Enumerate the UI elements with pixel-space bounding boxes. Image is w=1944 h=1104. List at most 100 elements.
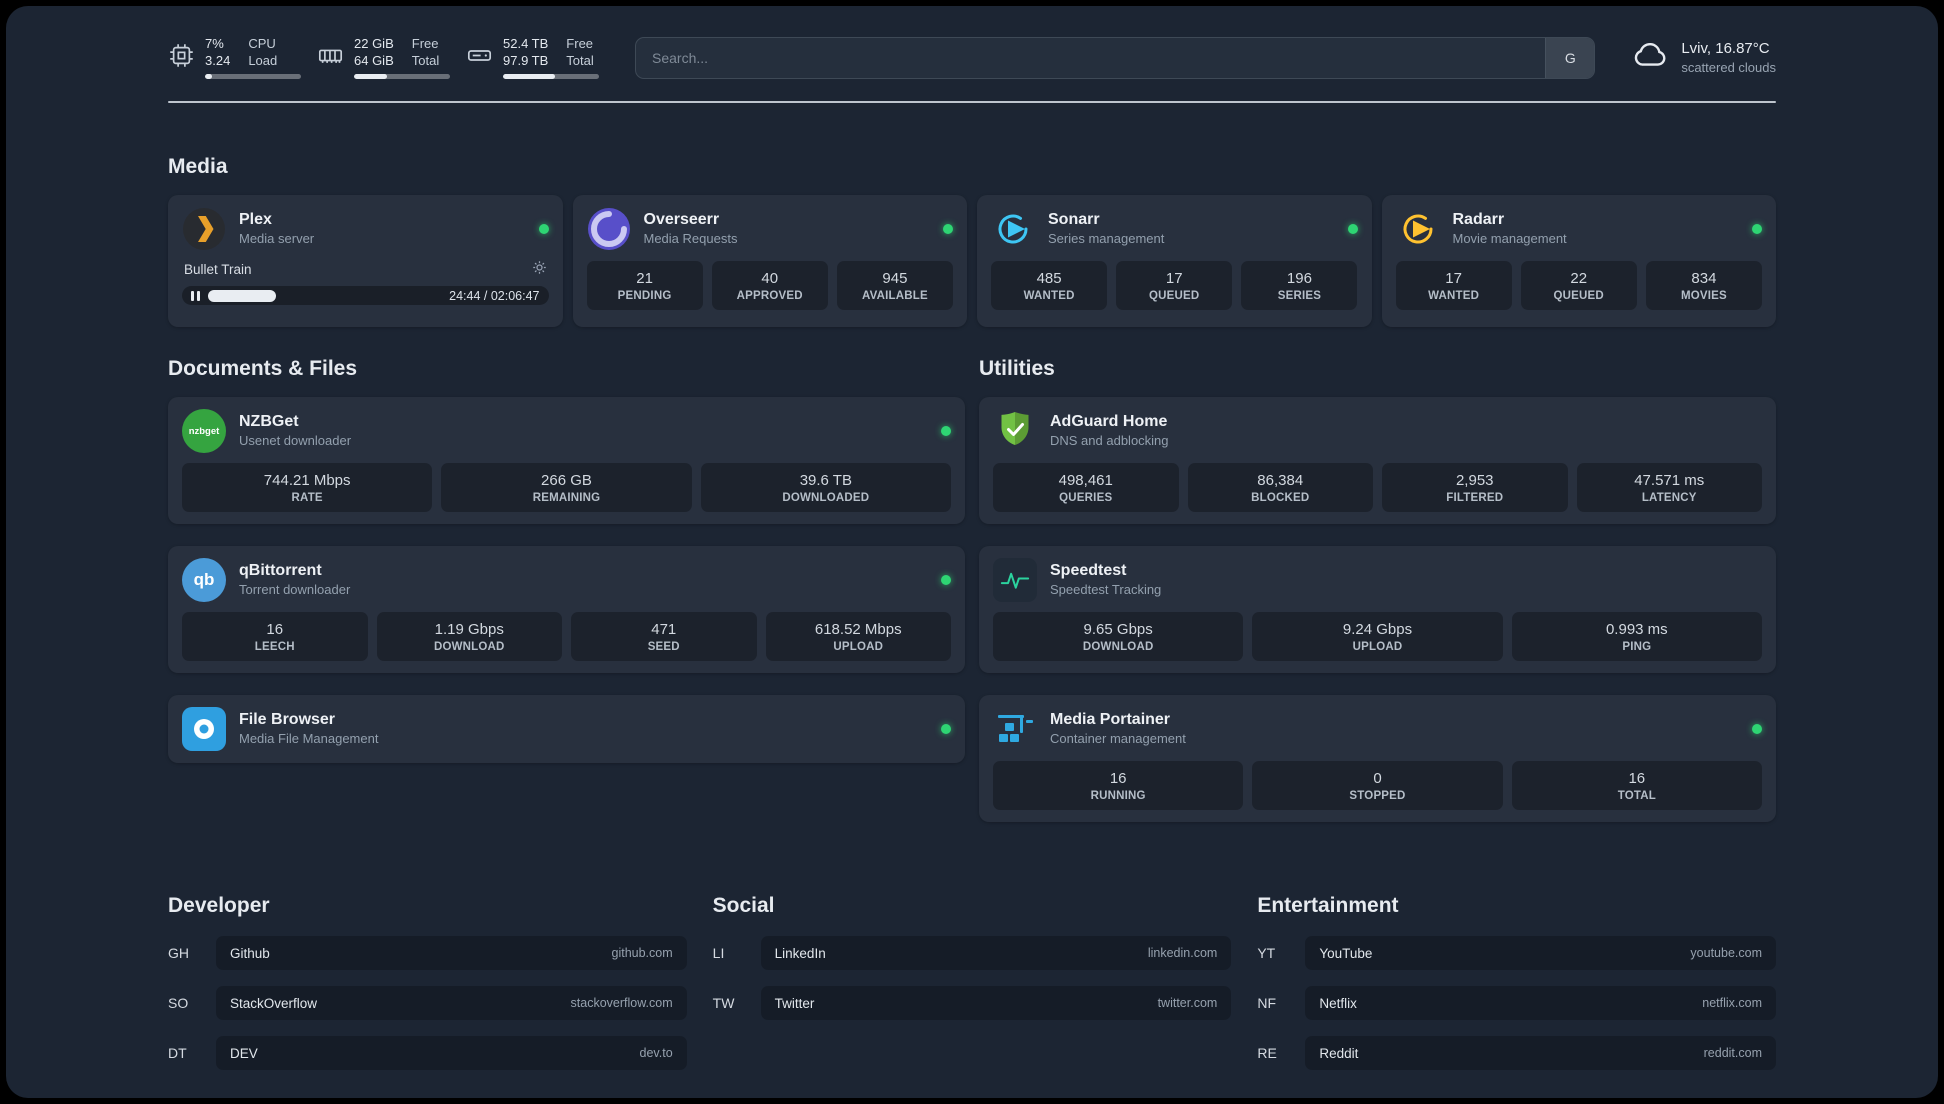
- qbittorrent-icon: qb: [182, 558, 226, 602]
- plex-title: Plex: [239, 211, 272, 229]
- portainer-card[interactable]: Media Portainer Container management 16 …: [979, 695, 1776, 822]
- sonarr-status-dot: [1347, 224, 1358, 234]
- cpu-progress-bar: [205, 73, 301, 79]
- sonarr-subtitle: Series management: [1048, 230, 1165, 246]
- portainer-status-dot: [1752, 724, 1762, 734]
- bookmark-url: github.com: [611, 946, 673, 960]
- bookmark-stackoverflow[interactable]: SO StackOverflow stackoverflow.com: [168, 986, 687, 1020]
- speedtest-card[interactable]: Speedtest Speedtest Tracking 9.65 Gbps D…: [979, 546, 1776, 673]
- stat-tile: 2,953 FILTERED: [1382, 463, 1568, 512]
- bookmark-name: LinkedIn: [774, 945, 826, 961]
- adguard-subtitle: DNS and adblocking: [1050, 432, 1169, 448]
- bookmark-github[interactable]: GH Github github.com: [168, 936, 687, 970]
- overseerr-icon: [587, 207, 631, 251]
- bookmark-group-social: Social LI LinkedIn linkedin.com TW Twitt…: [713, 894, 1232, 1086]
- services-columns: Documents & Files nzbget NZBGet Usenet d…: [168, 357, 1776, 822]
- radarr-subtitle: Movie management: [1452, 230, 1567, 246]
- plex-card[interactable]: Plex Media server Bullet Train 24:44 / 0…: [168, 195, 563, 327]
- bookmark-dev[interactable]: DT DEV dev.to: [168, 1036, 687, 1070]
- player-time: 24:44 / 02:06:47: [449, 288, 540, 303]
- player-progress-fill: [208, 289, 276, 302]
- search-input[interactable]: [636, 49, 1546, 66]
- search-bar: G: [635, 36, 1596, 79]
- stat-tile: 16 TOTAL: [1511, 761, 1762, 810]
- cpu-resource-widget: 7% 3.24 CPU Load: [168, 36, 301, 79]
- memory-total-label: Total: [411, 53, 440, 68]
- qbittorrent-status-dot: [941, 575, 951, 585]
- qbittorrent-card[interactable]: qb qBittorrent Torrent downloader 16 LEE…: [168, 546, 965, 673]
- filebrowser-subtitle: Media File Management: [239, 730, 379, 746]
- stat-tile: 834 MOVIES: [1645, 261, 1762, 310]
- cpu-usage-label: CPU: [248, 36, 276, 52]
- overseerr-status-dot: [943, 224, 953, 234]
- cloud-icon: [1631, 36, 1669, 79]
- qbittorrent-subtitle: Torrent downloader: [239, 581, 351, 597]
- weather-condition: scattered clouds: [1681, 59, 1776, 75]
- stat-tile: 22 QUEUED: [1520, 261, 1637, 310]
- stat-tile: 9.24 Gbps UPLOAD: [1252, 612, 1503, 661]
- sonarr-card[interactable]: Sonarr Series management 485 WANTED 17 Q…: [977, 195, 1372, 327]
- player-progress-bar[interactable]: 24:44 / 02:06:47: [182, 286, 549, 305]
- radarr-status-dot: [1752, 224, 1762, 234]
- stat-tile: 16 RUNNING: [993, 761, 1244, 810]
- weather-widget: Lviv, 16.87°C scattered clouds: [1631, 36, 1776, 79]
- section-documents: Documents & Files nzbget NZBGet Usenet d…: [168, 357, 965, 822]
- cpu-usage-value: 7%: [205, 36, 224, 52]
- speedtest-title: Speedtest: [1050, 562, 1127, 580]
- media-section-heading: Media: [168, 155, 228, 178]
- portainer-title: Media Portainer: [1050, 711, 1171, 729]
- disk-progress-bar: [503, 73, 599, 79]
- cpu-load-label: Load: [248, 53, 278, 68]
- stat-tile: 17 WANTED: [1395, 261, 1512, 310]
- sonarr-icon: [991, 207, 1035, 251]
- bookmark-abbr: YT: [1257, 945, 1276, 961]
- section-utilities: Utilities AdGuard Home DNS and adblockin…: [979, 357, 1776, 822]
- bookmark-abbr: NF: [1257, 995, 1276, 1011]
- bookmark-url: linkedin.com: [1147, 946, 1218, 960]
- bookmark-twitter[interactable]: TW Twitter twitter.com: [713, 986, 1232, 1020]
- bookmark-group-entertainment: Entertainment YT YouTube youtube.com NF …: [1257, 894, 1776, 1086]
- bookmark-url: youtube.com: [1690, 946, 1762, 960]
- bookmark-name: Github: [230, 945, 270, 961]
- overseerr-card[interactable]: Overseerr Media Requests 21 PENDING 40 A…: [572, 195, 967, 327]
- portainer-subtitle: Container management: [1050, 730, 1186, 746]
- utilities-section-heading: Utilities: [979, 357, 1055, 380]
- memory-icon: [317, 42, 344, 74]
- stat-tile: 9.65 Gbps DOWNLOAD: [993, 612, 1244, 661]
- memory-total-value: 64 GiB: [354, 53, 394, 68]
- stat-tile: 21 PENDING: [586, 261, 703, 310]
- stat-tile: 485 WANTED: [991, 261, 1108, 310]
- entertainment-heading: Entertainment: [1257, 894, 1399, 917]
- speedtest-icon: [993, 558, 1037, 602]
- nzbget-card[interactable]: nzbget NZBGet Usenet downloader 744.21 M…: [168, 397, 965, 524]
- documents-section-heading: Documents & Files: [168, 357, 358, 380]
- bookmark-name: DEV: [230, 1045, 258, 1061]
- bookmark-name: Reddit: [1319, 1045, 1359, 1061]
- developer-heading: Developer: [168, 894, 270, 917]
- search-provider-button[interactable]: G: [1545, 37, 1595, 78]
- plex-status-dot: [538, 224, 549, 234]
- bookmark-name: StackOverflow: [230, 995, 318, 1011]
- bookmark-linkedin[interactable]: LI LinkedIn linkedin.com: [713, 936, 1232, 970]
- section-media: Media Plex Media server Bullet Train 24:…: [168, 155, 1776, 327]
- disk-total-label: Total: [566, 53, 594, 68]
- stat-tile: 618.52 Mbps UPLOAD: [765, 612, 951, 661]
- stat-tile: 945 AVAILABLE: [836, 261, 953, 310]
- stat-tile: 39.6 TB DOWNLOADED: [700, 463, 951, 512]
- pause-icon[interactable]: [191, 290, 200, 301]
- stat-tile: 40 APPROVED: [711, 261, 828, 310]
- memory-progress-bar: [354, 73, 450, 79]
- adguard-card[interactable]: AdGuard Home DNS and adblocking 498,461 …: [979, 397, 1776, 524]
- bookmark-netflix[interactable]: NF Netflix netflix.com: [1257, 986, 1776, 1020]
- header-divider: [168, 101, 1776, 103]
- radarr-card[interactable]: Radarr Movie management 17 WANTED 22 QUE…: [1381, 195, 1776, 327]
- bookmark-reddit[interactable]: RE Reddit reddit.com: [1257, 1036, 1776, 1070]
- bookmark-abbr: DT: [168, 1045, 187, 1061]
- filebrowser-card[interactable]: File Browser Media File Management: [168, 695, 965, 763]
- bookmark-abbr: SO: [168, 995, 189, 1011]
- bookmark-name: Twitter: [774, 995, 815, 1011]
- stat-tile: 266 GB REMAINING: [441, 463, 692, 512]
- memory-free-value: 22 GiB: [354, 36, 394, 52]
- player-settings-gear-icon[interactable]: [532, 260, 547, 278]
- bookmark-youtube[interactable]: YT YouTube youtube.com: [1257, 936, 1776, 970]
